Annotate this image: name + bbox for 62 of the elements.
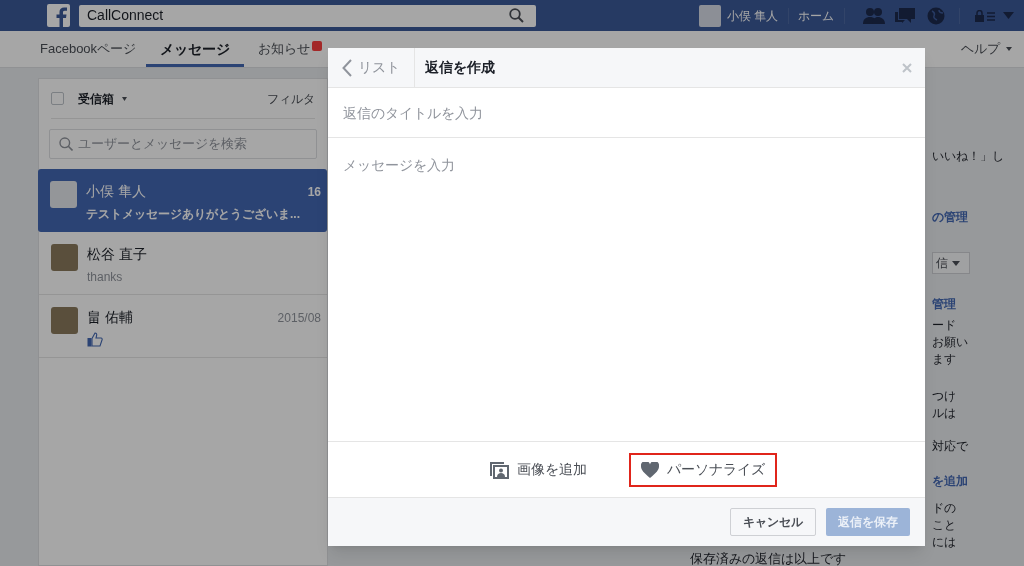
message-field[interactable]: メッセージを入力 — [328, 138, 925, 442]
friends-icon[interactable] — [863, 6, 885, 25]
select-all-checkbox[interactable] — [51, 92, 64, 105]
description-text: ード — [932, 317, 957, 334]
chevron-left-icon — [342, 58, 352, 77]
conversation-item[interactable]: 小俣 隼人 16 テストメッセージありがとうございま... — [38, 169, 327, 232]
message-snippet: thanks — [87, 269, 124, 286]
manage-link[interactable]: の管理 — [932, 209, 1004, 226]
search-icon — [59, 137, 73, 151]
page-tab[interactable]: Facebookページ — [40, 39, 137, 59]
description-text: 対応で — [932, 438, 969, 455]
reply-type-dropdown[interactable]: 信 — [932, 252, 970, 274]
manage-link[interactable]: 管理 — [932, 296, 1004, 313]
description-text: いいね！」し — [932, 148, 1004, 165]
page-tab[interactable]: メッセージ — [146, 31, 245, 67]
filter-link[interactable]: フィルタ — [267, 89, 315, 108]
lock-icon[interactable] — [975, 9, 997, 22]
page-tab[interactable]: お知らせ — [258, 39, 311, 59]
message-time: 16 — [307, 183, 321, 201]
help-menu[interactable]: ヘルプ — [961, 39, 1000, 59]
description-text: お願い — [932, 334, 969, 351]
globe-icon[interactable] — [927, 6, 945, 25]
cancel-button[interactable]: キャンセル — [730, 508, 816, 536]
caret-icon[interactable] — [1006, 47, 1012, 51]
search-field[interactable]: CallConnect — [79, 4, 536, 27]
inbox-folder-dropdown[interactable]: 受信箱 — [78, 89, 114, 108]
thumbs-up-icon — [87, 332, 103, 347]
description-text: ルは — [932, 405, 957, 422]
description-text: ます — [932, 351, 957, 368]
avatar — [50, 181, 77, 208]
caret-icon — [952, 260, 960, 266]
dialog-title: 返信を作成 — [425, 58, 495, 77]
avatar — [51, 307, 78, 334]
message-snippet: テストメッセージありがとうございま... — [86, 206, 301, 223]
reply-title-field[interactable]: 返信のタイトルを入力 — [328, 88, 925, 138]
message-time: 2015/08 — [277, 309, 321, 327]
logo-icon[interactable] — [47, 4, 70, 27]
manage-link[interactable]: を追加 — [932, 473, 1004, 490]
contact-name: 小俣 隼人 — [86, 182, 146, 201]
profile-link[interactable]: 小俣 隼人 — [726, 6, 778, 25]
add-image-button[interactable]: 画像を追加 — [476, 452, 599, 487]
conversation-item[interactable]: 畠 佑輔 2015/08 — [39, 295, 327, 358]
contact-name: 松谷 直子 — [87, 245, 147, 264]
image-icon — [488, 460, 509, 479]
avatar — [51, 244, 78, 271]
caret-icon[interactable] — [122, 96, 127, 101]
description-text: ドの — [932, 500, 957, 517]
description-text: こと — [932, 517, 957, 534]
search-icon[interactable] — [509, 8, 524, 23]
description-text: つけ — [932, 388, 957, 405]
conversation-item[interactable]: 松谷 直子 thanks — [39, 232, 327, 295]
back-button[interactable]: リスト — [328, 48, 415, 87]
contact-name: 畠 佑輔 — [87, 308, 133, 327]
messages-icon[interactable] — [894, 6, 916, 25]
avatar[interactable] — [698, 4, 721, 27]
home-link[interactable]: ホーム — [798, 6, 834, 25]
close-icon[interactable] — [902, 62, 912, 73]
saved-replies-end-note: 保存済みの返信は以上です — [690, 549, 846, 566]
heart-icon — [640, 461, 659, 478]
message-input[interactable]: メッセージを入力 — [343, 155, 910, 424]
description-text: には — [932, 534, 957, 551]
personalize-button[interactable]: パーソナライズ — [628, 452, 777, 487]
